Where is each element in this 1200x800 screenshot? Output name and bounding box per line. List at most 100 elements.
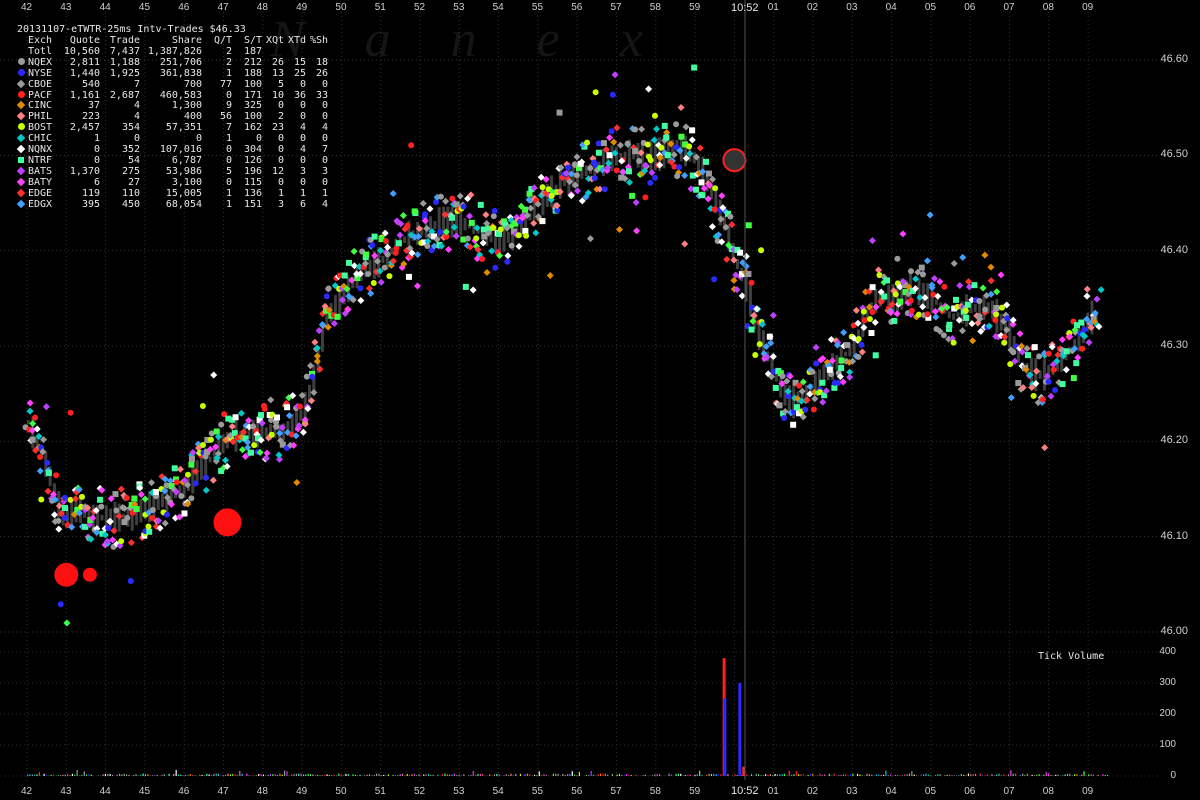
legend-cell-name: CBOE: [28, 78, 53, 90]
volume-bar: [885, 770, 887, 776]
trade-point: [1083, 285, 1091, 293]
trade-point: [491, 207, 498, 214]
trade-point: [232, 414, 239, 421]
legend-cell-qt: 1: [225, 198, 232, 210]
trade-point: [689, 127, 696, 134]
trade-point: [693, 186, 700, 193]
volume-bar: [800, 774, 802, 776]
x-tick-bottom: 48: [256, 786, 268, 797]
volume-bar: [1081, 774, 1083, 776]
quote-bar: [161, 493, 165, 508]
trade-point: [442, 197, 450, 205]
volume-bar: [868, 774, 871, 776]
trade-point: [682, 123, 690, 131]
volume-bar: [1090, 774, 1092, 776]
volume-bar: [1033, 775, 1036, 776]
trade-point: [644, 141, 651, 148]
trade-point: [591, 175, 598, 182]
trade-point: [1062, 366, 1070, 374]
volume-bar: [380, 775, 382, 776]
volume-bar: [604, 773, 606, 776]
volume-bar: [503, 775, 505, 776]
legend-cell-xtd: 6: [299, 198, 306, 210]
trade-point: [908, 307, 915, 314]
trade-point: [661, 122, 668, 129]
trade-point: [871, 318, 879, 326]
volume-bar: [967, 773, 970, 776]
x-tick-bottom: 52: [414, 786, 426, 797]
volume-bar: [840, 774, 842, 776]
x-tick-bottom: 42: [21, 786, 33, 797]
volume-bar: [715, 773, 717, 776]
volume-bar: [399, 774, 401, 776]
volume-bar: [819, 773, 821, 776]
trade-point: [1083, 292, 1091, 300]
circle-marker-icon: [17, 123, 25, 131]
trade-point: [987, 277, 995, 285]
volume-bar: [677, 773, 680, 776]
trade-point: [405, 273, 412, 280]
x-tick-bottom: 56: [571, 786, 583, 797]
volume-bar: [194, 775, 196, 776]
trade-point: [1093, 295, 1101, 303]
quote-bar: [774, 373, 778, 382]
trade-point: [123, 494, 130, 501]
volume-bar: [1003, 774, 1005, 776]
trade-point: [923, 257, 931, 265]
volume-bar: [899, 775, 901, 776]
volume-bar: [366, 774, 368, 776]
trade-point: [608, 128, 615, 135]
volume-bar: [60, 775, 62, 776]
diamond-marker-icon: [16, 199, 26, 208]
volume-bar: [27, 774, 29, 776]
volume-bar: [887, 775, 889, 776]
volume-bar: [1104, 775, 1106, 776]
trade-point: [663, 134, 670, 141]
volume-bar: [783, 773, 786, 776]
diamond-marker-icon: [16, 79, 26, 88]
trade-point: [257, 412, 264, 419]
volume-bar: [109, 774, 111, 776]
trade-point: [606, 134, 614, 142]
volume-bar: [479, 773, 481, 776]
volume-bar: [34, 774, 36, 776]
quote-bar: [952, 313, 956, 320]
volume-bar: [786, 775, 788, 776]
trade-point: [756, 341, 763, 348]
volume-bar: [295, 773, 298, 776]
trade-point: [42, 403, 50, 411]
volume-bar: [1076, 774, 1078, 776]
trade-point: [188, 456, 195, 463]
trade-point: [133, 505, 140, 512]
circle-marker-icon: [17, 90, 25, 98]
x-tick-top: 55: [531, 2, 544, 13]
volume-bar: [107, 773, 109, 776]
trade-point: [573, 153, 581, 161]
volume-bar: [845, 774, 847, 776]
trade-point: [573, 172, 580, 179]
trade-point: [1079, 345, 1086, 352]
diamond-marker-icon: [16, 112, 26, 121]
legend-cell-st: 151: [243, 198, 262, 210]
diamond-marker-icon: [16, 101, 26, 110]
volume-bar: [920, 773, 922, 776]
volume-bar: [512, 775, 514, 776]
volume-bar: [442, 774, 444, 776]
trade-point: [664, 152, 671, 159]
volume-bar: [915, 775, 918, 776]
volume-bar: [746, 774, 748, 776]
volume-bar: [979, 773, 981, 776]
x-tick-bottom: 55: [531, 786, 544, 797]
volume-bar: [201, 774, 203, 776]
quote-bar: [947, 311, 951, 319]
trade-point: [309, 373, 316, 380]
volume-bar: [779, 774, 781, 776]
volume-bar: [939, 774, 941, 776]
legend-cell-st: 136: [243, 187, 262, 199]
volume-bar: [475, 775, 477, 776]
legend-cell-xqt: 1: [277, 187, 284, 199]
x-tick-top: 45: [138, 2, 151, 13]
x-tick-top: 58: [649, 2, 661, 13]
trade-point: [686, 143, 693, 150]
trade-point: [207, 436, 214, 443]
